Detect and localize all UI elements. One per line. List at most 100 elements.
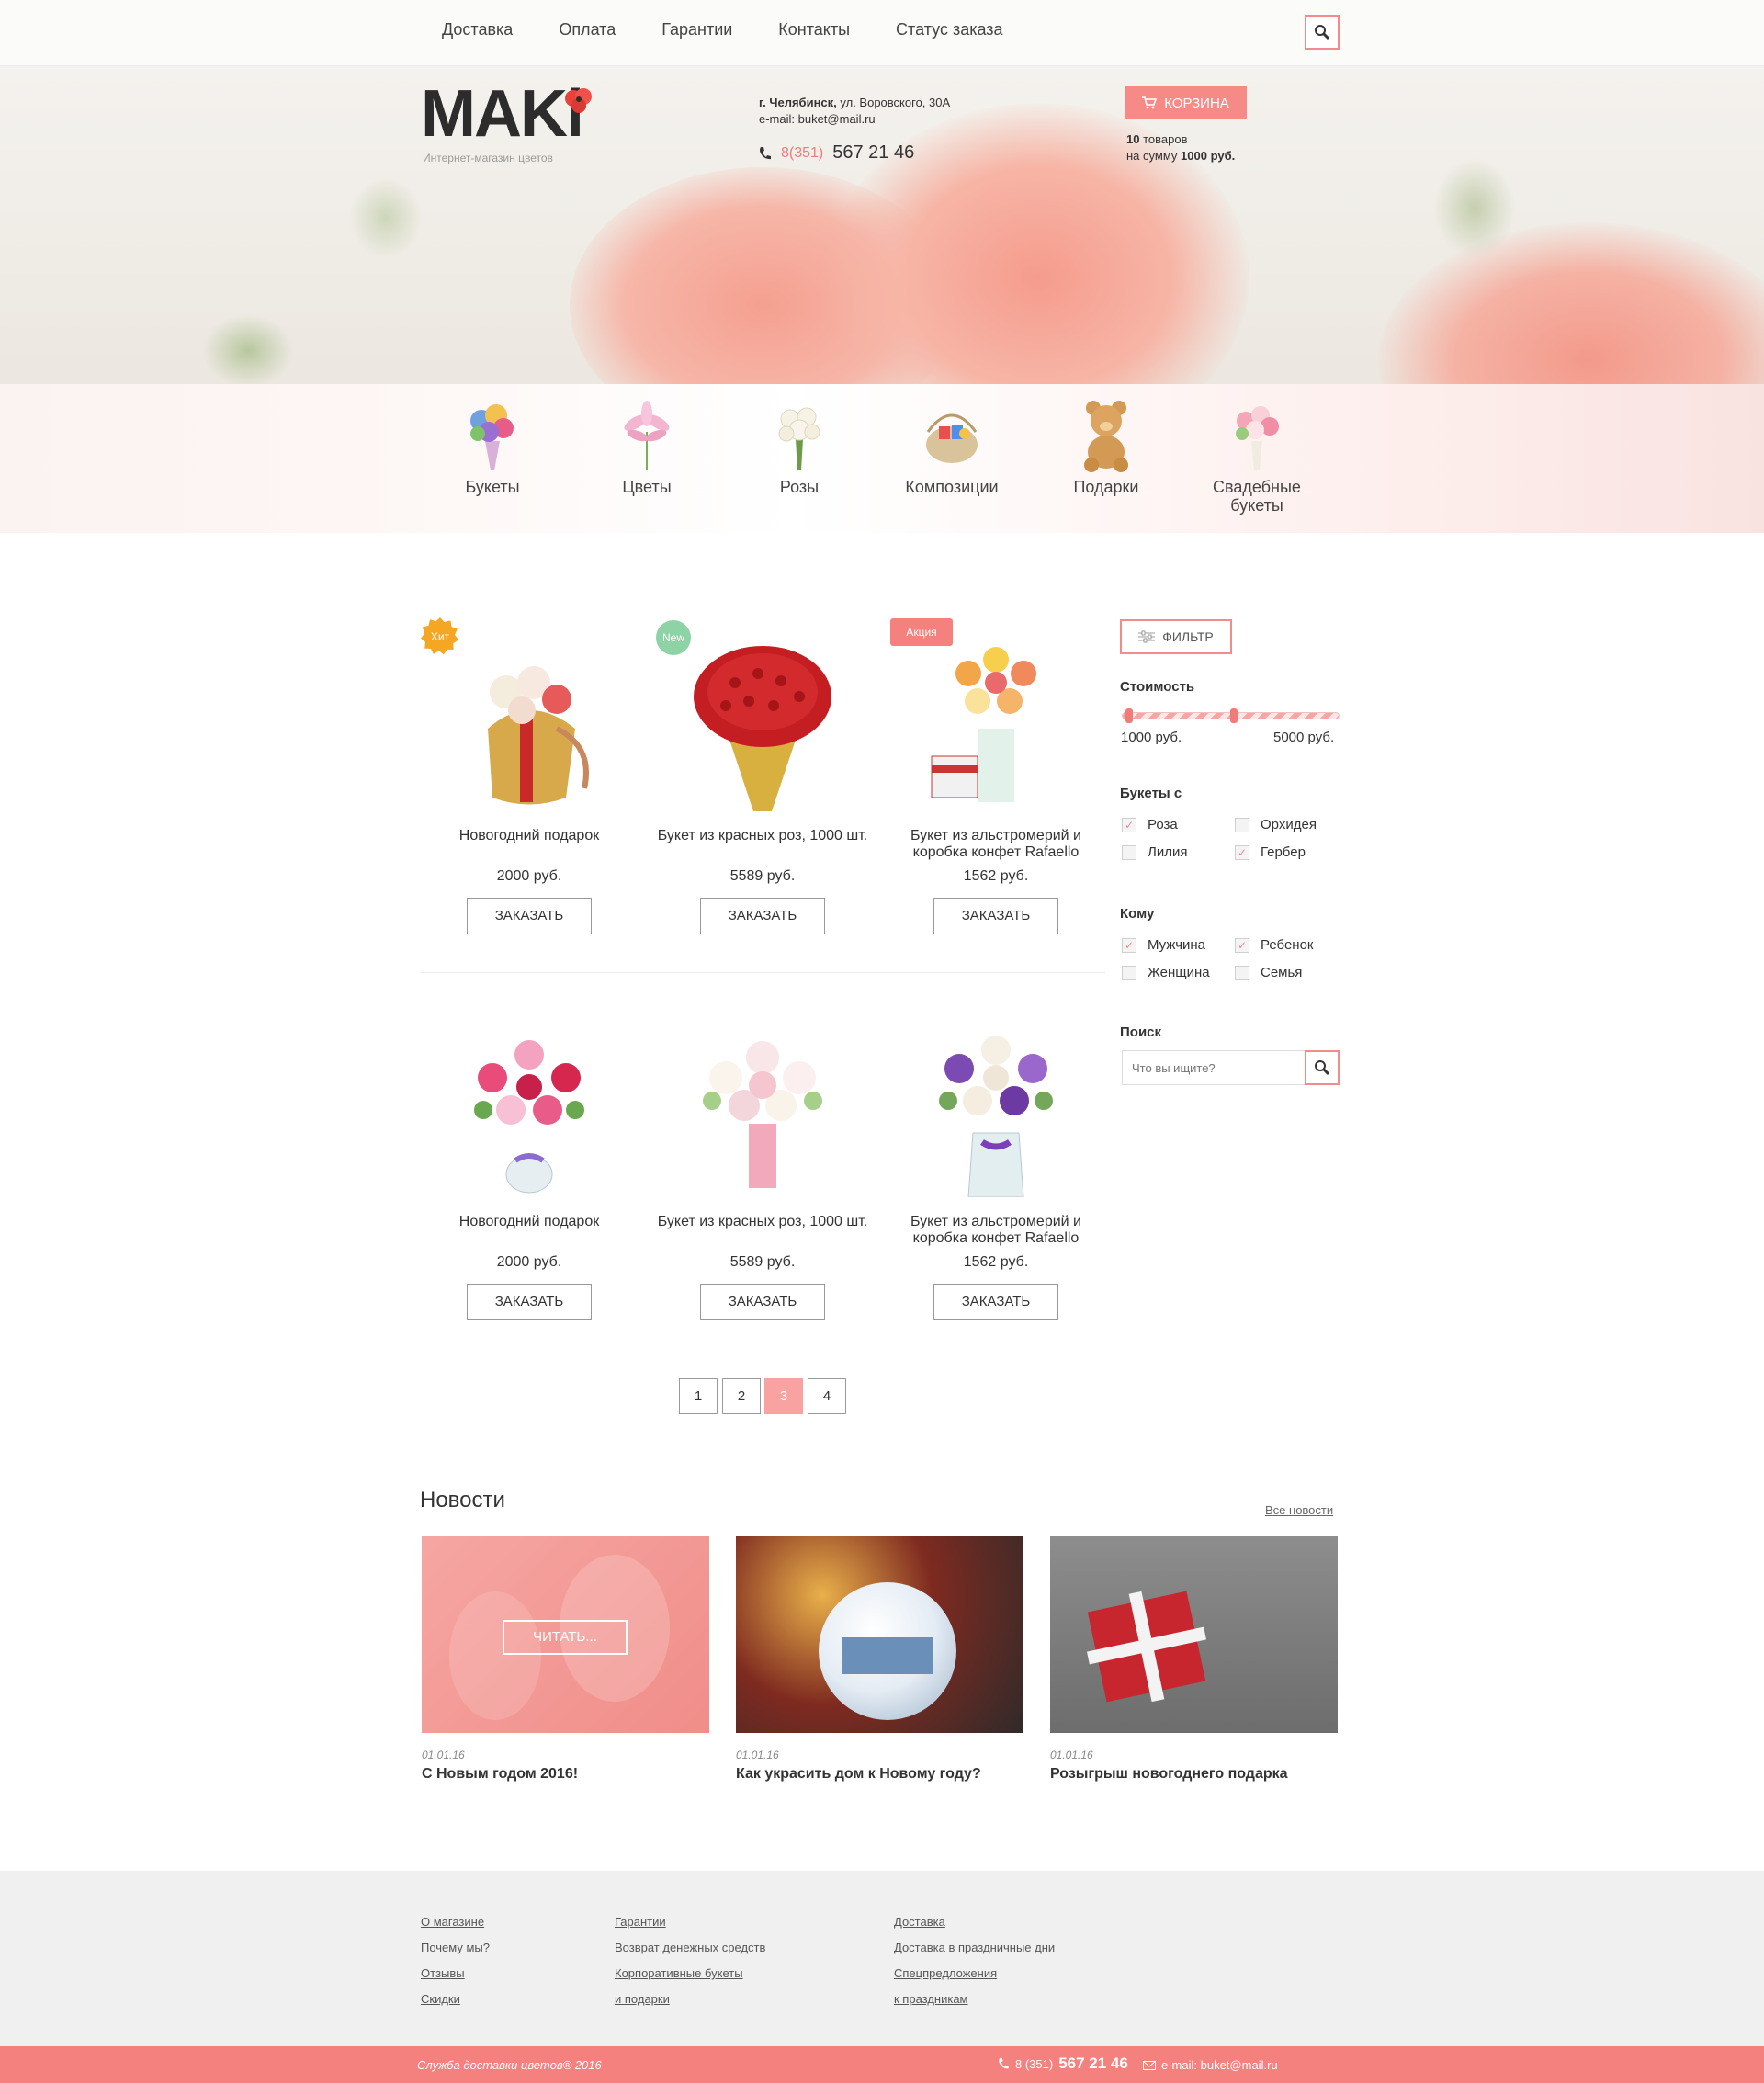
- footer-link[interactable]: к праздникам: [894, 1987, 1055, 2012]
- sidebar-search-button[interactable]: [1305, 1050, 1340, 1085]
- page-4[interactable]: 4: [808, 1378, 846, 1414]
- sidebar-search-input[interactable]: [1123, 1051, 1305, 1084]
- filter-button[interactable]: ФИЛЬТР: [1120, 619, 1232, 654]
- logo-tagline: Интернет-магазин цветов: [423, 152, 553, 164]
- product-name: Новогодний подарок: [458, 1214, 600, 1229]
- footer-link[interactable]: Доставка в праздничные дни: [894, 1935, 1055, 1961]
- footer-email[interactable]: e-mail: buket@mail.ru: [1143, 2058, 1278, 2072]
- order-button[interactable]: ЗАКАЗАТЬ: [933, 898, 1058, 934]
- teddy-bear-icon: [1069, 395, 1143, 472]
- checkbox-orchid[interactable]: Орхидея: [1235, 817, 1317, 832]
- page-3[interactable]: 3: [764, 1378, 803, 1414]
- checkbox-box[interactable]: [1235, 817, 1250, 832]
- product-image[interactable]: [671, 1013, 854, 1197]
- category-flowers[interactable]: Цветы: [592, 395, 702, 496]
- footer-link[interactable]: Корпоративные букеты: [615, 1961, 765, 1987]
- cart-sum-prefix: на сумму: [1126, 149, 1178, 163]
- footer-link[interactable]: и подарки: [615, 1987, 765, 2012]
- checkbox-box[interactable]: [1122, 937, 1136, 953]
- product-image[interactable]: [904, 1013, 1088, 1198]
- footer-link[interactable]: О магазине: [421, 1909, 490, 1935]
- nav-order-status[interactable]: Статус заказа: [896, 20, 1003, 40]
- checkbox-gerbera[interactable]: Гербер: [1235, 844, 1306, 860]
- cart-summary: 10 товаров на сумму 1000 руб.: [1126, 131, 1235, 164]
- nav-delivery[interactable]: Доставка: [442, 20, 513, 40]
- checkbox-woman[interactable]: Женщина: [1122, 965, 1210, 980]
- news-headline[interactable]: С Новым годом 2016!: [422, 1766, 709, 1783]
- top-search-button[interactable]: [1305, 15, 1340, 50]
- product-image[interactable]: [437, 1013, 621, 1197]
- lily-icon: [610, 395, 684, 472]
- checkbox-lily[interactable]: Лилия: [1122, 844, 1187, 860]
- bouquet-icon: [456, 395, 529, 472]
- checkbox-box[interactable]: [1235, 844, 1250, 860]
- header-phone[interactable]: 8(351) 567 21 46: [759, 142, 914, 164]
- sale-badge: Акция: [890, 618, 953, 646]
- order-button[interactable]: ЗАКАЗАТЬ: [467, 898, 592, 934]
- checkbox-box[interactable]: [1235, 937, 1250, 953]
- footer-link[interactable]: Скидки: [421, 1987, 490, 2012]
- footer-link[interactable]: Отзывы: [421, 1961, 490, 1987]
- basket-icon: [915, 395, 989, 472]
- phone-icon: [760, 146, 771, 159]
- news-image[interactable]: [1050, 1536, 1338, 1733]
- news-headline[interactable]: Как украсить дом к Новому году?: [736, 1766, 1023, 1783]
- footer-link[interactable]: Возврат денежных средств: [615, 1935, 765, 1961]
- cart-icon: [1142, 96, 1158, 109]
- checkbox-man[interactable]: Мужчина: [1122, 937, 1205, 953]
- product-card: Букет из красных роз, 1000 шт. 5589 руб.…: [657, 1013, 868, 1320]
- checkbox-rose[interactable]: Роза: [1122, 817, 1178, 832]
- checkbox-label: Гербер: [1261, 844, 1306, 860]
- news-image[interactable]: [736, 1536, 1023, 1733]
- bottom-bar: Служба доставки цветов® 2016 8 (351) 567…: [0, 2046, 1764, 2083]
- checkbox-box[interactable]: [1122, 965, 1136, 980]
- product-name: Букет из альстромерий и коробка конфет R…: [910, 828, 1081, 860]
- all-news-link[interactable]: Все новости: [1265, 1503, 1333, 1517]
- news-headline[interactable]: Розыгрыш новогоднего подарка: [1050, 1766, 1338, 1783]
- price-slider-min-handle[interactable]: [1125, 708, 1133, 723]
- top-nav: Доставка Оплата Гарантии Контакты Статус…: [442, 20, 1049, 40]
- checkbox-label: Мужчина: [1148, 937, 1206, 953]
- header-email[interactable]: e-mail: buket@mail.ru: [759, 111, 950, 128]
- category-strip: Букеты Цветы Розы Композиции Подарки Сва…: [0, 384, 1764, 533]
- product-image[interactable]: [437, 628, 621, 811]
- new-badge: New: [656, 620, 691, 655]
- category-gifts[interactable]: Подарки: [1051, 395, 1161, 496]
- category-compositions[interactable]: Композиции: [897, 395, 1007, 496]
- page-1[interactable]: 1: [679, 1378, 718, 1414]
- footer: О магазине Почему мы? Отзывы Скидки Гара…: [0, 1871, 1764, 2046]
- product-card: Букет из альстромерий и коробка конфет R…: [890, 1013, 1102, 1320]
- product-image[interactable]: [671, 628, 854, 811]
- logo[interactable]: MAKi: [421, 81, 584, 147]
- page-2[interactable]: 2: [722, 1378, 761, 1414]
- checkbox-box[interactable]: [1235, 965, 1250, 980]
- category-wedding-bouquets[interactable]: Свадебные букеты: [1202, 395, 1312, 515]
- order-button[interactable]: ЗАКАЗАТЬ: [700, 1284, 825, 1320]
- order-button[interactable]: ЗАКАЗАТЬ: [700, 898, 825, 934]
- cart-count-suffix: товаров: [1143, 132, 1188, 146]
- category-bouquets[interactable]: Букеты: [437, 395, 548, 496]
- nav-payment[interactable]: Оплата: [559, 20, 616, 40]
- checkbox-box[interactable]: [1122, 817, 1136, 832]
- order-button[interactable]: ЗАКАЗАТЬ: [933, 1284, 1058, 1320]
- footer-phone[interactable]: 8 (351) 567 21 46: [998, 2055, 1128, 2073]
- checkbox-label: Женщина: [1148, 965, 1210, 980]
- checkbox-family[interactable]: Семья: [1235, 965, 1302, 980]
- cart-button[interactable]: КОРЗИНА: [1125, 86, 1247, 119]
- product-image[interactable]: [904, 628, 1088, 811]
- checkbox-box[interactable]: [1122, 844, 1136, 860]
- category-roses[interactable]: Розы: [744, 395, 854, 496]
- nav-contacts[interactable]: Контакты: [778, 20, 850, 40]
- sidebar-search: [1122, 1050, 1340, 1085]
- footer-link[interactable]: Доставка: [894, 1909, 1055, 1935]
- checkbox-label: Орхидея: [1261, 817, 1317, 832]
- footer-link[interactable]: Спецпредложения: [894, 1961, 1055, 1987]
- footer-link[interactable]: Почему мы?: [421, 1935, 490, 1961]
- read-more-button[interactable]: ЧИТАТЬ...: [503, 1620, 628, 1655]
- news-image[interactable]: ЧИТАТЬ...: [422, 1536, 709, 1733]
- order-button[interactable]: ЗАКАЗАТЬ: [467, 1284, 592, 1320]
- footer-link[interactable]: Гарантии: [615, 1909, 765, 1935]
- nav-guarantees[interactable]: Гарантии: [662, 20, 732, 40]
- checkbox-child[interactable]: Ребенок: [1235, 937, 1313, 953]
- price-slider-max-handle[interactable]: [1230, 708, 1238, 723]
